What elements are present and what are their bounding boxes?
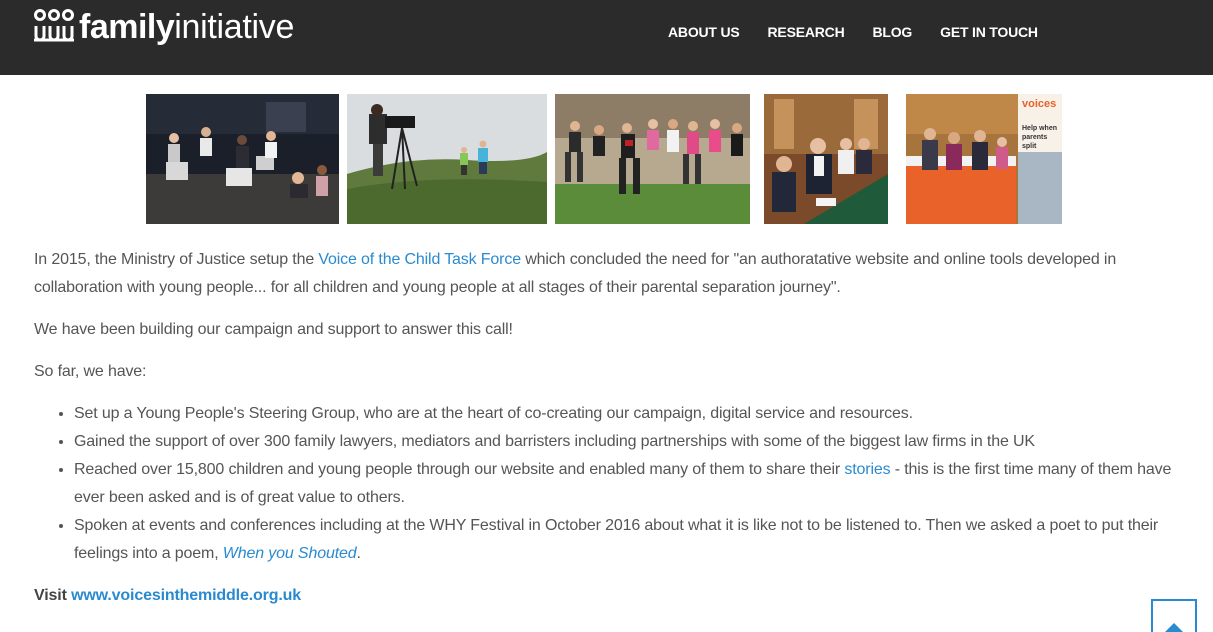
visit-label: Visit [34,587,67,604]
so-far-paragraph: So far, we have: [34,363,147,380]
achievements-list: Set up a Young People's Steering Group, … [74,400,1184,568]
list-item: Reached over 15,800 children and young p… [74,456,1184,512]
main-nav: ABOUT US RESEARCH BLOG GET IN TOUCH [668,24,1066,40]
visit-paragraph: Visit www.voicesinthemiddle.org.uk [34,582,1184,610]
event-stall-photo: voices Help when parents split [906,94,1062,224]
nav-about-us[interactable]: ABOUT US [668,24,740,40]
list-item: Spoken at events and conferences includi… [74,512,1184,568]
nav-research[interactable]: RESEARCH [768,24,845,40]
list-item: Set up a Young People's Steering Group, … [74,400,1184,428]
achievement-text: . [356,545,361,562]
drama-workshop-photo [146,94,339,224]
stall-banner-heading: voices [1022,98,1057,110]
up-arrow-icon [1165,623,1183,632]
intro-paragraph: In 2015, the Ministry of Justice setup t… [34,246,1184,302]
voices-website-link[interactable]: www.voicesinthemiddle.org.uk [71,587,301,604]
logo-text-bold: family [79,7,175,46]
main-content: In 2015, the Ministry of Justice setup t… [34,246,1184,624]
nav-get-in-touch[interactable]: GET IN TOUCH [940,24,1038,40]
site-header: family initiative ABOUT US RESEARCH BLOG… [0,0,1213,75]
campaign-paragraph: We have been building our campaign and s… [34,321,513,338]
photo-gallery: voices Help when parents split [0,94,1213,224]
achievement-text: Gained the support of over 300 family la… [74,433,1035,450]
voice-of-child-link[interactable]: Voice of the Child Task Force [318,251,521,268]
stall-banner-text: Help when parents split [1022,125,1058,150]
group-running-photo [555,94,750,224]
site-logo[interactable]: family initiative [33,4,294,50]
when-you-shouted-link[interactable]: When you Shouted [223,545,357,562]
family-logo-icon [34,9,74,42]
logo-text-light: initiative [174,7,295,46]
achievement-text: Reached over 15,800 children and young p… [74,461,845,478]
stories-link[interactable]: stories [844,461,890,478]
meeting-table-photo [764,94,888,224]
list-item: Gained the support of over 300 family la… [74,428,1184,456]
nav-blog[interactable]: BLOG [872,24,912,40]
intro-text-before: In 2015, the Ministry of Justice setup t… [34,251,319,268]
achievement-text: Set up a Young People's Steering Group, … [74,405,913,422]
filming-on-hill-photo [347,94,547,224]
back-to-top-button[interactable] [1151,599,1197,632]
